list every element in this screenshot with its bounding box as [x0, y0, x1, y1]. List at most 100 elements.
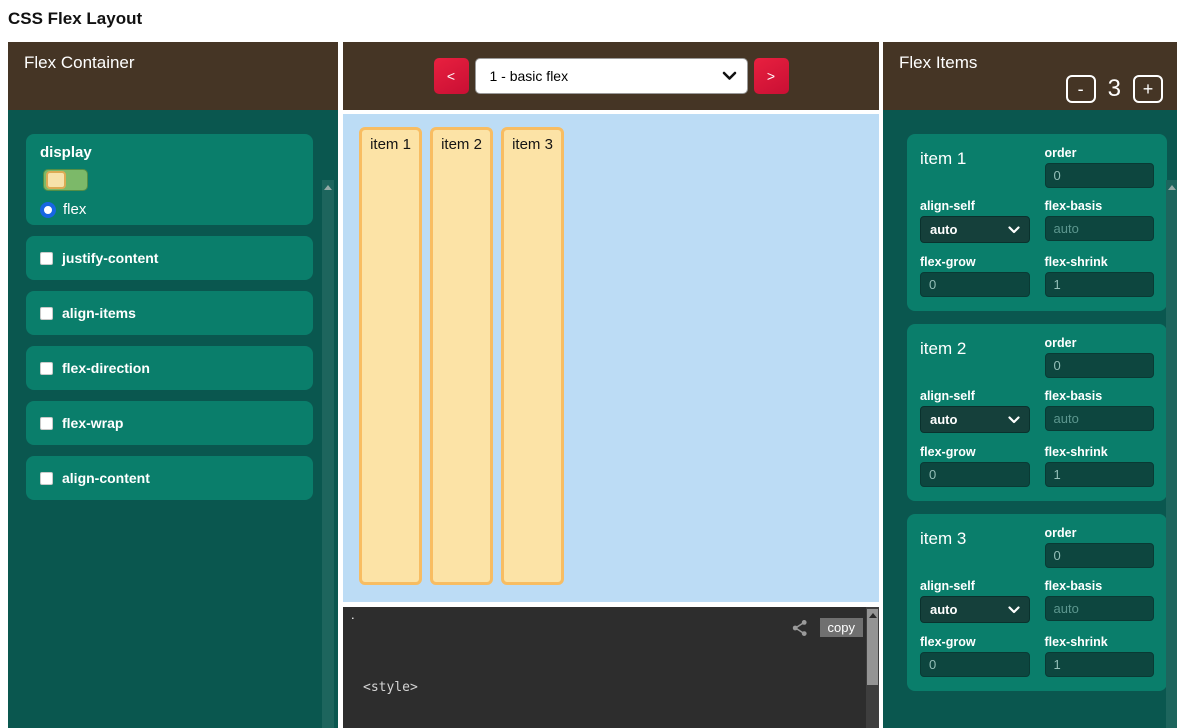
- share-icon[interactable]: [791, 619, 809, 637]
- align-self-label: align-self: [920, 579, 1030, 593]
- flex-grow-label: flex-grow: [920, 445, 1030, 459]
- order-field: order: [1045, 526, 1155, 570]
- code-scrollbar[interactable]: [866, 607, 879, 728]
- flex-direction-label: flex-direction: [62, 360, 150, 376]
- align-content-label: align-content: [62, 470, 150, 486]
- flex-items-panel-body: item 1 order align-self auto flex-basis: [883, 110, 1177, 728]
- item-3-card: item 3 order align-self auto flex-basis: [907, 514, 1167, 691]
- flex-basis-label: flex-basis: [1045, 579, 1155, 593]
- next-example-button[interactable]: >: [754, 58, 789, 94]
- chevron-down-icon: [1008, 226, 1020, 234]
- order-label: order: [1045, 146, 1155, 160]
- left-panel-scrollbar[interactable]: [322, 180, 334, 728]
- flex-shrink-input[interactable]: [1045, 652, 1155, 677]
- flex-radio-label: flex: [63, 201, 86, 218]
- remove-item-button[interactable]: -: [1066, 75, 1096, 103]
- order-input[interactable]: [1045, 353, 1155, 378]
- align-self-value: auto: [930, 222, 957, 237]
- flex-direction-card: flex-direction: [26, 346, 313, 390]
- preview-item-3: item 3: [501, 127, 564, 585]
- flex-grow-field: flex-grow: [920, 635, 1030, 679]
- flex-shrink-label: flex-shrink: [1045, 255, 1155, 269]
- align-self-field: align-self auto: [920, 199, 1030, 245]
- copy-button[interactable]: copy: [820, 618, 863, 637]
- order-input[interactable]: [1045, 163, 1155, 188]
- align-self-select[interactable]: auto: [920, 596, 1030, 623]
- code-scrollbar-thumb[interactable]: [867, 609, 878, 685]
- align-self-label: align-self: [920, 389, 1030, 403]
- flex-basis-label: flex-basis: [1045, 389, 1155, 403]
- flex-items-panel: Flex Items - 3 + item 1 order align-self…: [883, 42, 1177, 728]
- flex-preview-container: item 1 item 2 item 3: [343, 114, 879, 602]
- chevron-down-icon: [1008, 416, 1020, 424]
- example-select[interactable]: 1 - basic flex: [475, 58, 748, 94]
- justify-content-checkbox[interactable]: [40, 252, 53, 265]
- page: CSS Flex Layout Flex Container display f…: [0, 0, 1199, 728]
- flex-items-panel-header: Flex Items - 3 +: [883, 42, 1177, 110]
- item-count: 3: [1108, 75, 1121, 103]
- order-field: order: [1045, 146, 1155, 190]
- align-content-card: align-content: [26, 456, 313, 500]
- flex-shrink-input[interactable]: [1045, 272, 1155, 297]
- flex-radio[interactable]: [40, 202, 56, 218]
- flex-basis-input[interactable]: [1045, 216, 1155, 241]
- display-toggle[interactable]: [43, 169, 88, 191]
- flex-direction-checkbox[interactable]: [40, 362, 53, 375]
- flex-shrink-label: flex-shrink: [1045, 445, 1155, 459]
- preview-column: < 1 - basic flex > item 1 item 2 item 3 …: [343, 42, 879, 728]
- add-item-button[interactable]: +: [1133, 75, 1163, 103]
- flex-items-title: Flex Items: [899, 53, 977, 72]
- order-field: order: [1045, 336, 1155, 380]
- item-1-card: item 1 order align-self auto flex-basis: [907, 134, 1167, 311]
- code-line: <style>: [363, 678, 512, 697]
- example-selector-bar: < 1 - basic flex >: [343, 42, 879, 110]
- flex-basis-label: flex-basis: [1045, 199, 1155, 213]
- scroll-up-icon: [869, 613, 877, 618]
- align-items-checkbox[interactable]: [40, 307, 53, 320]
- flex-wrap-label: flex-wrap: [62, 415, 123, 431]
- item-3-heading: item 3: [920, 529, 1030, 570]
- item-2-card: item 2 order align-self auto flex-basis: [907, 324, 1167, 501]
- flex-grow-input[interactable]: [920, 652, 1030, 677]
- align-self-select[interactable]: auto: [920, 406, 1030, 433]
- align-self-select[interactable]: auto: [920, 216, 1030, 243]
- flex-grow-field: flex-grow: [920, 255, 1030, 299]
- flex-shrink-field: flex-shrink: [1045, 635, 1155, 679]
- chevron-down-icon: [722, 71, 737, 81]
- flex-wrap-checkbox[interactable]: [40, 417, 53, 430]
- item-1-heading: item 1: [920, 149, 1030, 190]
- flex-basis-input[interactable]: [1045, 596, 1155, 621]
- code-panel: . copy <style> .flex-container { display…: [343, 607, 879, 728]
- flex-basis-input[interactable]: [1045, 406, 1155, 431]
- flex-container-panel-body: display flex justify-content align-items: [8, 110, 338, 728]
- align-self-field: align-self auto: [920, 579, 1030, 625]
- flex-basis-field: flex-basis: [1045, 389, 1155, 435]
- prev-example-button[interactable]: <: [434, 58, 469, 94]
- code-bullet: .: [351, 607, 355, 622]
- order-input[interactable]: [1045, 543, 1155, 568]
- preview-item-1: item 1: [359, 127, 422, 585]
- display-toggle-knob: [46, 171, 66, 189]
- flex-grow-input[interactable]: [920, 272, 1030, 297]
- align-self-value: auto: [930, 602, 957, 617]
- flex-grow-input[interactable]: [920, 462, 1030, 487]
- align-items-label: align-items: [62, 305, 136, 321]
- flex-shrink-input[interactable]: [1045, 462, 1155, 487]
- order-label: order: [1045, 336, 1155, 350]
- scroll-up-icon: [324, 185, 332, 190]
- flex-grow-field: flex-grow: [920, 445, 1030, 489]
- flex-grow-label: flex-grow: [920, 255, 1030, 269]
- align-self-label: align-self: [920, 199, 1030, 213]
- code-text: <style> .flex-container { display: flex;: [363, 640, 512, 728]
- display-control-card: display flex: [26, 134, 313, 225]
- right-panel-scrollbar[interactable]: [1166, 180, 1177, 728]
- align-self-field: align-self auto: [920, 389, 1030, 435]
- display-flex-radio-row: flex: [40, 201, 299, 218]
- chevron-down-icon: [1008, 606, 1020, 614]
- align-self-value: auto: [930, 412, 957, 427]
- example-select-value: 1 - basic flex: [490, 68, 569, 84]
- flex-wrap-card: flex-wrap: [26, 401, 313, 445]
- item-count-control: - 3 +: [1066, 75, 1163, 103]
- align-content-checkbox[interactable]: [40, 472, 53, 485]
- display-label: display: [40, 144, 92, 161]
